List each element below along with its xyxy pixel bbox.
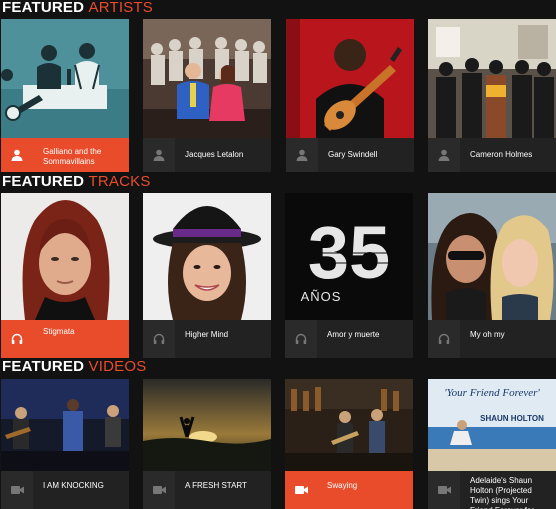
headphones-icon: [428, 320, 460, 358]
artist-name[interactable]: Gary Swindell: [328, 150, 410, 160]
track-card-stigmata[interactable]: Stigmata: [1, 193, 129, 358]
artist-photo[interactable]: [286, 19, 414, 138]
artist-info-bar[interactable]: Gary Swindell: [286, 138, 414, 172]
artist-photo[interactable]: [1, 19, 129, 138]
track-title[interactable]: Amor y muerte: [327, 330, 409, 340]
video-camera-icon: [1, 471, 33, 509]
section-title-accent: TRACKS: [88, 173, 151, 190]
track-info-bar[interactable]: My oh my: [428, 320, 556, 358]
section-title-tracks: FEATURED TRACKS: [2, 174, 151, 189]
video-info-bar[interactable]: A FRESH START: [143, 471, 271, 509]
track-info-bar[interactable]: Stigmata: [1, 320, 129, 358]
track-card-higher-mind[interactable]: Higher Mind: [143, 193, 271, 358]
track-artwork[interactable]: [428, 193, 556, 320]
artwork-text: AÑOS: [301, 289, 342, 304]
video-title[interactable]: Adelaide's Shaun Holton (Projected Twin)…: [470, 476, 552, 509]
track-artwork[interactable]: [143, 193, 271, 320]
artwork-sub: SHAUN HOLTON: [480, 414, 544, 423]
section-title-accent: VIDEOS: [88, 358, 147, 375]
user-icon: [143, 138, 175, 172]
section-title-plain: FEATURED: [2, 173, 85, 190]
track-title[interactable]: My oh my: [470, 330, 552, 340]
artist-card-gary-swindell[interactable]: Gary Swindell: [286, 19, 414, 172]
video-camera-icon: [428, 471, 460, 509]
artist-info-bar[interactable]: Galliano and the Sommavillains: [1, 138, 129, 172]
headphones-icon: [285, 320, 317, 358]
video-thumbnail[interactable]: [1, 379, 129, 471]
video-card-swaying[interactable]: Swaying: [285, 379, 413, 509]
track-title[interactable]: Stigmata: [43, 327, 125, 337]
artist-photo[interactable]: [428, 19, 556, 138]
user-icon: [428, 138, 460, 172]
track-card-amor-y-muerte[interactable]: 35 AÑOS Amor y muerte: [285, 193, 413, 358]
section-title-artists: FEATURED ARTISTS: [2, 0, 153, 15]
artist-photo[interactable]: [143, 19, 271, 138]
section-title-plain: FEATURED: [2, 358, 85, 375]
video-title[interactable]: Swaying: [327, 481, 409, 491]
artist-name[interactable]: Jacques Letalon: [185, 150, 267, 160]
video-card-i-am-knocking[interactable]: I AM KNOCKING: [1, 379, 129, 509]
section-title-accent: ARTISTS: [88, 0, 154, 16]
artist-card-jacques-letalon[interactable]: Jacques Letalon: [143, 19, 271, 172]
video-thumbnail[interactable]: [143, 379, 271, 471]
user-icon: [286, 138, 318, 172]
video-thumbnail[interactable]: 'Your Friend Forever' SHAUN HOLTON: [428, 379, 556, 471]
artwork-title: 'Your Friend Forever': [444, 387, 540, 399]
artist-card-cameron-holmes[interactable]: Cameron Holmes: [428, 19, 556, 172]
track-card-my-oh-my[interactable]: My oh my: [428, 193, 556, 358]
section-title-plain: FEATURED: [2, 0, 85, 16]
video-title[interactable]: A FRESH START: [185, 481, 267, 491]
headphones-icon: [143, 320, 175, 358]
video-thumbnail[interactable]: [285, 379, 413, 471]
video-title[interactable]: I AM KNOCKING: [43, 481, 125, 491]
track-info-bar[interactable]: Higher Mind: [143, 320, 271, 358]
video-info-bar[interactable]: Adelaide's Shaun Holton (Projected Twin)…: [428, 471, 556, 509]
artist-card-galliano[interactable]: Galliano and the Sommavillains: [1, 19, 129, 172]
video-card-a-fresh-start[interactable]: A FRESH START: [143, 379, 271, 509]
track-title[interactable]: Higher Mind: [185, 330, 267, 340]
track-artwork[interactable]: [1, 193, 129, 320]
video-info-bar[interactable]: I AM KNOCKING: [1, 471, 129, 509]
artist-name[interactable]: Cameron Holmes: [470, 150, 552, 160]
track-info-bar[interactable]: Amor y muerte: [285, 320, 413, 358]
video-camera-icon: [143, 471, 175, 509]
video-card-your-friend-forever[interactable]: 'Your Friend Forever' SHAUN HOLTON Adela…: [428, 379, 556, 509]
track-artwork[interactable]: 35 AÑOS: [285, 193, 413, 320]
artist-info-bar[interactable]: Jacques Letalon: [143, 138, 271, 172]
user-icon: [1, 138, 33, 172]
artist-info-bar[interactable]: Cameron Holmes: [428, 138, 556, 172]
section-title-videos: FEATURED VIDEOS: [2, 359, 146, 374]
headphones-icon: [1, 320, 33, 358]
video-camera-icon: [285, 471, 317, 509]
video-info-bar[interactable]: Swaying: [285, 471, 413, 509]
artist-name[interactable]: Galliano and the Sommavillains: [43, 147, 125, 167]
